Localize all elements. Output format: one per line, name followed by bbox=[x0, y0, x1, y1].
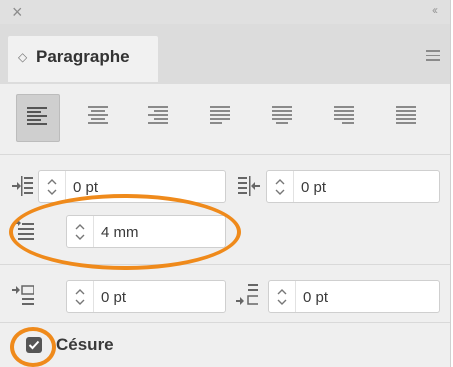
left-indent-value: 0 pt bbox=[73, 179, 99, 196]
justify-last-center-icon bbox=[272, 106, 292, 124]
justify-last-left-icon bbox=[210, 106, 230, 124]
checkmark-icon bbox=[28, 340, 40, 350]
align-center-button[interactable] bbox=[78, 94, 120, 140]
right-indent-stepper[interactable] bbox=[267, 171, 294, 202]
alignment-buttons bbox=[8, 94, 448, 144]
stepper-icon bbox=[75, 224, 85, 240]
left-indent-field[interactable]: 0 pt bbox=[38, 170, 226, 203]
left-indent-stepper[interactable] bbox=[39, 171, 66, 202]
tab-row: ◇ Paragraphe bbox=[0, 24, 450, 84]
panel-content: 0 pt 0 pt 4 mm 0 pt 0 pt bbox=[0, 84, 450, 367]
divider bbox=[0, 154, 450, 155]
align-center-icon bbox=[88, 106, 108, 124]
tab-label: Paragraphe bbox=[36, 47, 130, 66]
justify-last-left-button[interactable] bbox=[200, 94, 242, 140]
align-right-icon bbox=[148, 106, 168, 124]
stepper-icon bbox=[275, 179, 285, 195]
close-icon[interactable]: × bbox=[12, 2, 23, 22]
justify-all-button[interactable] bbox=[386, 94, 428, 140]
space-after-icon bbox=[236, 284, 258, 305]
first-line-indent-field[interactable]: 4 mm bbox=[66, 215, 226, 248]
space-before-icon bbox=[12, 285, 34, 305]
space-after-value: 0 pt bbox=[303, 289, 329, 306]
divider bbox=[0, 264, 450, 265]
left-indent-icon bbox=[12, 176, 33, 196]
hyphenation-checkbox[interactable] bbox=[26, 337, 42, 353]
stepper-icon bbox=[75, 289, 85, 305]
justify-last-right-icon bbox=[334, 106, 354, 124]
align-left-button[interactable] bbox=[16, 94, 60, 142]
tab-paragraphe[interactable]: ◇ Paragraphe bbox=[8, 36, 158, 82]
tab-expand-icon: ◇ bbox=[18, 50, 28, 64]
right-indent-icon bbox=[238, 176, 260, 196]
align-left-icon bbox=[27, 107, 47, 125]
panel-titlebar: × ‹‹ bbox=[0, 0, 450, 24]
space-before-stepper[interactable] bbox=[67, 281, 94, 312]
align-right-button[interactable] bbox=[138, 94, 180, 140]
stepper-icon bbox=[47, 179, 57, 195]
space-before-field[interactable]: 0 pt bbox=[66, 280, 226, 313]
justify-all-icon bbox=[396, 106, 416, 124]
divider bbox=[0, 322, 450, 323]
first-line-indent-stepper[interactable] bbox=[67, 216, 94, 247]
space-after-stepper[interactable] bbox=[269, 281, 296, 312]
right-indent-value: 0 pt bbox=[301, 179, 327, 196]
first-line-indent-icon bbox=[14, 220, 34, 240]
right-indent-field[interactable]: 0 pt bbox=[266, 170, 440, 203]
first-line-indent-value: 4 mm bbox=[101, 224, 139, 241]
hyphenation-label: Césure bbox=[56, 335, 114, 354]
space-before-value: 0 pt bbox=[101, 289, 127, 306]
justify-last-center-button[interactable] bbox=[262, 94, 304, 140]
stepper-icon bbox=[277, 289, 287, 305]
panel-menu-icon[interactable] bbox=[426, 50, 440, 61]
paragraph-panel: × ‹‹ ◇ Paragraphe 0 pt 0 pt 4 mm 0 pt 0 … bbox=[0, 0, 451, 367]
collapse-icon[interactable]: ‹‹ bbox=[432, 3, 438, 17]
justify-last-right-button[interactable] bbox=[324, 94, 366, 140]
space-after-field[interactable]: 0 pt bbox=[268, 280, 440, 313]
